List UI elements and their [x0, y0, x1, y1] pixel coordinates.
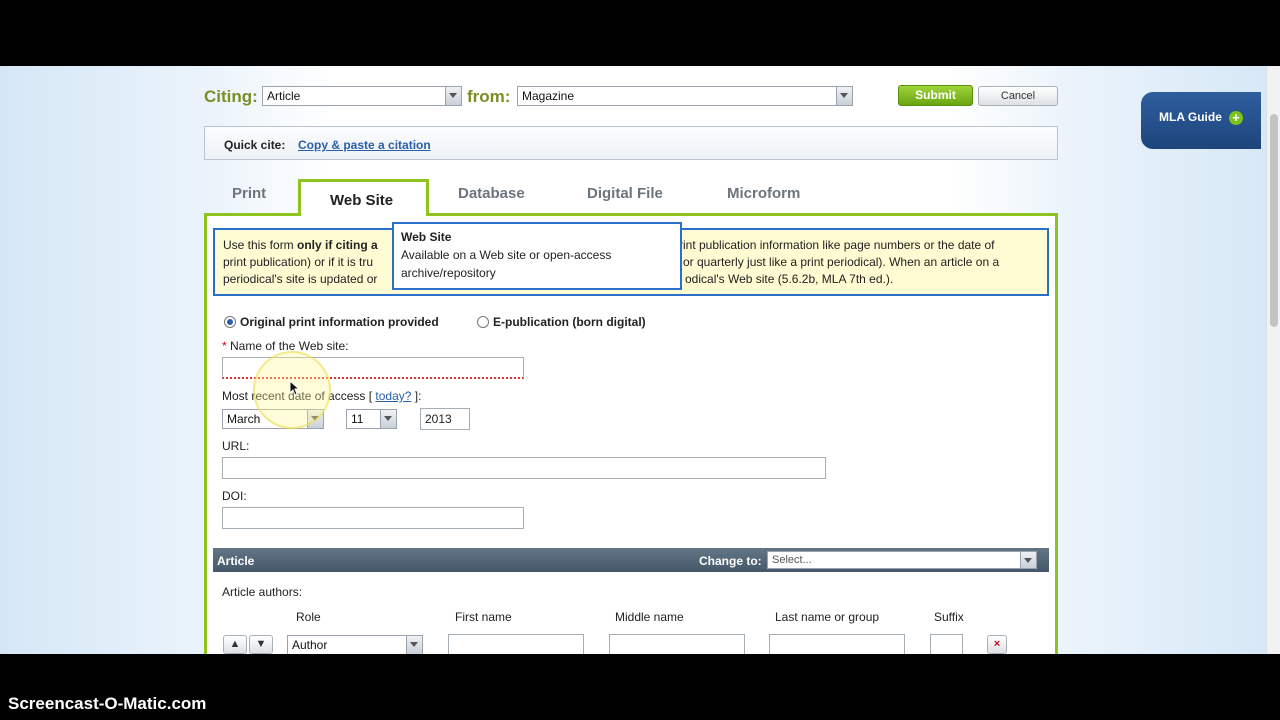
- chevron-down-icon: [406, 636, 422, 654]
- chevron-down-icon: [1020, 552, 1036, 568]
- middle-name-input[interactable]: [609, 634, 745, 654]
- required-mark: *: [222, 339, 227, 353]
- article-authors-label: Article authors:: [222, 585, 303, 599]
- mla-guide-label: MLA Guide: [1159, 110, 1222, 124]
- close-icon: ×: [993, 638, 1001, 650]
- column-middle-name: Middle name: [615, 610, 684, 624]
- doi-input[interactable]: [222, 507, 524, 529]
- change-to-select[interactable]: Select...: [767, 551, 1037, 569]
- radio-e-publication[interactable]: [477, 316, 489, 328]
- citing-select[interactable]: Article: [262, 86, 462, 106]
- citing-label: Citing:: [204, 87, 258, 106]
- chevron-down-icon: [836, 87, 852, 105]
- url-input[interactable]: [222, 457, 826, 479]
- quick-cite-bar: Quick cite: Copy & paste a citation: [204, 126, 1058, 160]
- url-label: URL:: [222, 439, 250, 453]
- mouse-cursor-icon: [289, 380, 301, 396]
- notice-line-3: periodical's site is updated or: [223, 272, 378, 286]
- from-select[interactable]: Magazine: [517, 86, 853, 106]
- notice-line-2: print publication) or if it is tru: [223, 255, 374, 269]
- change-to-label: Change to:: [699, 554, 762, 568]
- tab-microform[interactable]: Microform: [727, 185, 800, 202]
- cancel-button[interactable]: Cancel: [978, 86, 1058, 106]
- article-section-header: Article Change to: Select...: [213, 548, 1049, 572]
- chevron-down-icon: [445, 87, 461, 105]
- scrollbar[interactable]: [1266, 66, 1280, 654]
- copy-paste-citation-link[interactable]: Copy & paste a citation: [298, 138, 431, 152]
- day-select[interactable]: 11: [346, 409, 397, 429]
- notice-line-1: Use this form only if citing a: [223, 238, 378, 252]
- article-section-title: Article: [217, 554, 255, 568]
- move-down-button[interactable]: ▼: [249, 635, 273, 654]
- radio-e-publication-label: E-publication (born digital): [493, 315, 646, 329]
- first-name-input[interactable]: [448, 634, 584, 654]
- arrow-down-icon: ▼: [255, 638, 267, 650]
- from-label: from:: [467, 87, 511, 106]
- tooltip-body: Available on a Web site or open-access a…: [401, 248, 612, 280]
- remove-author-button[interactable]: ×: [987, 635, 1007, 654]
- browser-viewport: Citing: Article from: Magazine Submit Ca…: [0, 66, 1280, 654]
- tab-web-site-label: Web Site: [330, 192, 394, 209]
- notice-line-1-end: rint publication information like page n…: [679, 238, 995, 252]
- watermark: Screencast-O-Matic.com: [8, 694, 207, 713]
- column-role: Role: [296, 610, 321, 624]
- tooltip: Web Site Available on a Web site or open…: [392, 222, 682, 290]
- from-select-value: Magazine: [522, 89, 575, 103]
- chevron-down-icon: [380, 410, 396, 428]
- tab-web-site[interactable]: Web Site: [298, 179, 429, 216]
- column-first-name: First name: [455, 610, 512, 624]
- tab-database[interactable]: Database: [458, 185, 525, 202]
- plus-icon: +: [1229, 111, 1243, 125]
- quick-cite-label: Quick cite:: [224, 138, 286, 152]
- suffix-input[interactable]: [930, 634, 963, 654]
- notice-line-3-end: odical's Web site (5.6.2b, MLA 7th ed.).: [685, 272, 894, 286]
- scrollbar-thumb[interactable]: [1270, 114, 1278, 327]
- submit-button[interactable]: Submit: [898, 85, 973, 106]
- move-up-button[interactable]: ▲: [223, 635, 247, 654]
- year-input[interactable]: 2013: [420, 408, 470, 430]
- tab-print[interactable]: Print: [232, 185, 266, 202]
- citing-select-value: Article: [267, 89, 301, 103]
- mla-guide-button[interactable]: MLA Guide +: [1141, 92, 1261, 149]
- last-name-input[interactable]: [769, 634, 905, 654]
- today-link[interactable]: today?: [375, 389, 411, 403]
- arrow-up-icon: ▲: [229, 638, 241, 650]
- doi-label: DOI:: [222, 489, 247, 503]
- role-select[interactable]: Author: [287, 635, 423, 654]
- radio-original-print[interactable]: [224, 316, 236, 328]
- column-last-name: Last name or group: [775, 610, 880, 624]
- tooltip-title: Web Site: [401, 230, 452, 244]
- column-suffix: Suffix: [934, 610, 964, 624]
- radio-original-print-label: Original print information provided: [240, 315, 439, 329]
- tab-digital-file[interactable]: Digital File: [587, 185, 663, 202]
- notice-line-2-end: or quarterly just like a print periodica…: [683, 255, 1000, 269]
